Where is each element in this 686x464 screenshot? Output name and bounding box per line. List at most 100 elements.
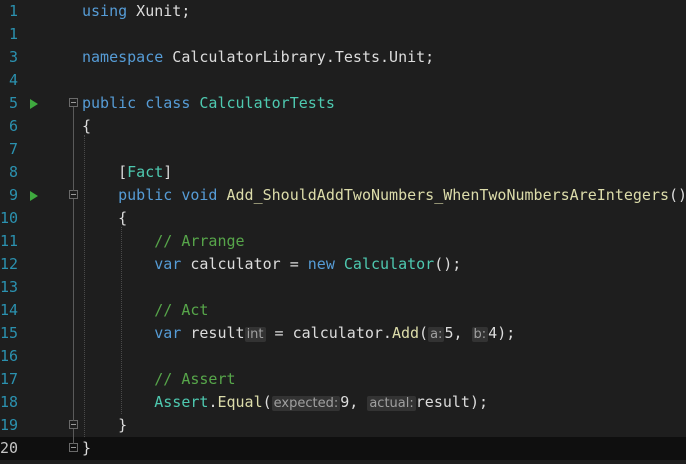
fold-connector bbox=[73, 107, 74, 191]
code-token: calculator = bbox=[181, 255, 308, 273]
code-text[interactable]: [Fact] bbox=[82, 161, 172, 184]
line-number: 13 bbox=[0, 278, 19, 296]
indent-guide bbox=[121, 227, 123, 414]
code-token: result); bbox=[415, 393, 489, 411]
run-test-icon[interactable] bbox=[30, 99, 38, 109]
code-text[interactable]: var calculator = new Calculator(); bbox=[82, 253, 461, 276]
code-line[interactable]: 6{ bbox=[0, 115, 686, 138]
inlay-hint: b: bbox=[471, 327, 489, 342]
code-line[interactable]: 12 var calculator = new Calculator(); bbox=[0, 253, 686, 276]
code-line[interactable]: 18 Assert.Equal(expected: 9, actual: resul… bbox=[0, 391, 686, 414]
code-token: Fact bbox=[127, 163, 164, 181]
code-text[interactable]: public void Add_ShouldAddTwoNumbers_When… bbox=[82, 184, 686, 207]
code-text[interactable]: namespace CalculatorLibrary.Tests.Unit; bbox=[82, 46, 434, 69]
line-number: 11 bbox=[0, 232, 19, 250]
code-line[interactable]: 14 // Act bbox=[0, 299, 686, 322]
collapse-icon[interactable] bbox=[69, 98, 78, 107]
code-line[interactable]: 7 bbox=[0, 138, 686, 161]
code-token: public bbox=[82, 94, 137, 112]
code-token: var bbox=[154, 255, 182, 273]
line-number: 5 bbox=[8, 94, 18, 112]
code-line[interactable]: 1 bbox=[0, 23, 686, 46]
code-line[interactable]: 13 bbox=[0, 276, 686, 299]
code-line[interactable]: 16 bbox=[0, 345, 686, 368]
code-token: using bbox=[82, 2, 128, 20]
line-number: 4 bbox=[8, 71, 18, 89]
code-line[interactable]: 5 public class CalculatorTests bbox=[0, 92, 686, 115]
line-number: 18 bbox=[0, 393, 19, 411]
code-line[interactable]: 20} bbox=[0, 437, 686, 460]
fold-end-icon bbox=[69, 420, 78, 429]
code-line[interactable]: 9 public void Add_ShouldAddTwoNumbers_Wh… bbox=[0, 184, 686, 207]
code-token: () bbox=[669, 186, 686, 204]
inlay-hint: actual: bbox=[367, 396, 416, 411]
code-token: = calculator. bbox=[265, 324, 392, 342]
code-line[interactable]: 1 using Xunit; bbox=[0, 0, 686, 23]
code-line[interactable]: 3 namespace CalculatorLibrary.Tests.Unit; bbox=[0, 46, 686, 69]
code-text[interactable]: public class CalculatorTests bbox=[82, 92, 335, 115]
code-token: (); bbox=[434, 255, 462, 273]
code-token: void bbox=[181, 186, 218, 204]
fold-connector bbox=[73, 199, 74, 421]
line-number: 9 bbox=[8, 186, 18, 204]
code-token: ] bbox=[163, 163, 173, 181]
fold-end-icon bbox=[69, 443, 78, 452]
code-token: Equal bbox=[217, 393, 263, 411]
code-line[interactable]: 8 [Fact] bbox=[0, 161, 686, 184]
line-number: 10 bbox=[0, 209, 19, 227]
code-line[interactable]: 4 bbox=[0, 69, 686, 92]
line-number: 6 bbox=[8, 117, 18, 135]
code-token: Assert bbox=[154, 393, 209, 411]
code-token: var bbox=[154, 324, 182, 342]
code-text[interactable]: } bbox=[82, 437, 91, 460]
code-text[interactable]: using Xunit; bbox=[82, 0, 190, 23]
code-text[interactable]: // Arrange bbox=[82, 230, 244, 253]
code-token: 4); bbox=[488, 324, 516, 342]
line-number: 7 bbox=[8, 140, 18, 158]
line-number: 16 bbox=[0, 347, 19, 365]
code-text[interactable]: // Assert bbox=[82, 368, 236, 391]
code-token: CalculatorTests bbox=[199, 94, 335, 112]
line-number: 1 bbox=[8, 25, 18, 43]
code-line[interactable]: 15 var result int = calculator.Add(a: 5, b… bbox=[0, 322, 686, 345]
inlay-hint: expected: bbox=[271, 396, 341, 411]
code-line[interactable]: 11 // Arrange bbox=[0, 230, 686, 253]
indent-guide bbox=[84, 135, 86, 437]
code-token: result bbox=[181, 324, 245, 342]
code-token: ( bbox=[262, 393, 272, 411]
code-text[interactable]: // Act bbox=[82, 299, 208, 322]
code-line[interactable]: 10 { bbox=[0, 207, 686, 230]
code-token: new bbox=[307, 255, 335, 273]
code-text[interactable]: var result int = calculator.Add(a: 5, b: 4)… bbox=[82, 322, 515, 346]
run-test-icon[interactable] bbox=[30, 191, 38, 201]
collapse-icon[interactable] bbox=[69, 190, 78, 199]
code-token: CalculatorLibrary.Tests.Unit; bbox=[163, 48, 435, 66]
code-token: [ bbox=[82, 163, 128, 181]
code-token: Xunit; bbox=[127, 2, 191, 20]
code-token: // Assert bbox=[154, 370, 236, 388]
code-token: Add_ShouldAddTwoNumbers_WhenTwoNumbersAr… bbox=[226, 186, 670, 204]
code-token: Add bbox=[391, 324, 420, 342]
inlay-hint: int bbox=[244, 327, 266, 342]
code-text[interactable]: Assert.Equal(expected: 9, actual: result); bbox=[82, 391, 488, 415]
code-text[interactable]: } bbox=[82, 414, 127, 437]
fold-connector bbox=[73, 429, 74, 444]
code-line[interactable]: 17 // Assert bbox=[0, 368, 686, 391]
code-token: { bbox=[82, 209, 128, 227]
code-line[interactable]: 19 } bbox=[0, 414, 686, 437]
code-token: 5, bbox=[444, 324, 472, 342]
line-number: 3 bbox=[8, 48, 18, 66]
code-token: ( bbox=[419, 324, 429, 342]
code-editor[interactable]: 1 using Xunit; 1 3 namespace CalculatorLibra… bbox=[0, 0, 686, 464]
line-number: 14 bbox=[0, 301, 19, 319]
line-number: 19 bbox=[0, 416, 19, 434]
code-token: { bbox=[82, 117, 92, 135]
